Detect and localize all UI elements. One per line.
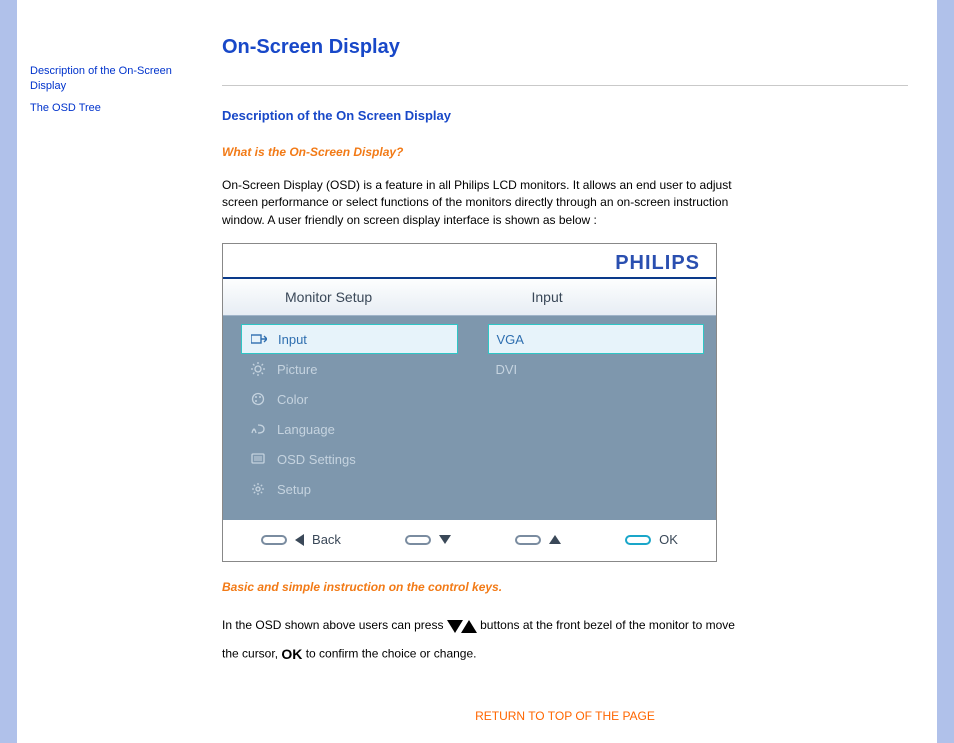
osd-submenu-item-vga[interactable]: VGA: [488, 324, 705, 354]
question-heading: What is the On-Screen Display?: [222, 145, 908, 159]
triangle-down-icon: [439, 535, 451, 544]
osd-nav-back-label: Back: [312, 532, 341, 547]
triangle-up-icon: [461, 620, 477, 633]
sidebar: Description of the On-Screen Display The…: [22, 0, 198, 743]
osd-nav-ok[interactable]: OK: [625, 532, 678, 547]
text-fragment: In the OSD shown above users can press: [222, 618, 447, 632]
osd-submenu-item-dvi[interactable]: DVI: [488, 354, 705, 384]
osd-menu-item-picture[interactable]: Picture: [241, 354, 458, 384]
main-content: On-Screen Display Description of the On …: [198, 0, 932, 743]
osd-submenu-label: DVI: [496, 362, 518, 377]
pill-icon: [515, 535, 541, 545]
input-icon: [250, 333, 268, 345]
brand-logo: PHILIPS: [615, 252, 700, 274]
osd-settings-icon: [249, 453, 267, 465]
instruction-paragraph: In the OSD shown above users can press b…: [222, 612, 742, 669]
osd-submenu-col: VGA DVI: [470, 316, 717, 520]
pill-icon: [261, 535, 287, 545]
pill-icon: [405, 535, 431, 545]
decorative-border-left: [0, 0, 17, 743]
triangle-left-icon: [295, 534, 304, 546]
section-heading: Description of the On Screen Display: [222, 108, 908, 123]
page-title: On-Screen Display: [222, 36, 908, 59]
osd-menu-item-language[interactable]: Language: [241, 414, 458, 444]
language-icon: [249, 423, 267, 435]
decorative-border-right: [937, 0, 954, 743]
osd-nav-down[interactable]: [405, 535, 451, 545]
osd-tab-right: Input: [470, 279, 717, 315]
sidebar-link-osd-tree[interactable]: The OSD Tree: [30, 102, 101, 114]
osd-header: PHILIPS: [223, 244, 716, 279]
return-to-top-link[interactable]: RETURN TO TOP OF THE PAGE: [475, 709, 655, 723]
color-icon: [249, 392, 267, 406]
intro-paragraph: On-Screen Display (OSD) is a feature in …: [222, 177, 742, 229]
osd-body: Input Picture Color: [223, 316, 716, 520]
picture-icon: [249, 362, 267, 376]
osd-menu-item-color[interactable]: Color: [241, 384, 458, 414]
osd-nav-back[interactable]: Back: [261, 532, 341, 547]
ok-glyph: OK: [281, 646, 302, 662]
osd-menu-label: Input: [278, 332, 307, 347]
triangle-up-icon: [549, 535, 561, 544]
text-fragment: to confirm the choice or change.: [302, 646, 476, 660]
osd-submenu-label: VGA: [497, 332, 524, 347]
osd-menu-item-input[interactable]: Input: [241, 324, 458, 354]
osd-tabs: Monitor Setup Input: [223, 279, 716, 316]
osd-panel: PHILIPS Monitor Setup Input Input: [222, 243, 717, 562]
divider: [222, 85, 908, 86]
osd-menu-label: Language: [277, 422, 335, 437]
osd-nav-ok-label: OK: [659, 532, 678, 547]
osd-nav-bar: Back OK: [223, 520, 716, 561]
pill-icon: [625, 535, 651, 545]
osd-menu-item-osd-settings[interactable]: OSD Settings: [241, 444, 458, 474]
osd-menu-col: Input Picture Color: [223, 316, 470, 520]
instruction-heading: Basic and simple instruction on the cont…: [222, 580, 908, 594]
setup-icon: [249, 482, 267, 496]
osd-nav-up[interactable]: [515, 535, 561, 545]
osd-tab-left: Monitor Setup: [223, 279, 470, 315]
osd-menu-label: Picture: [277, 362, 317, 377]
sidebar-link-description[interactable]: Description of the On-Screen Display: [30, 65, 172, 92]
osd-menu-item-setup[interactable]: Setup: [241, 474, 458, 504]
osd-menu-label: Color: [277, 392, 308, 407]
osd-menu-label: Setup: [277, 482, 311, 497]
osd-menu-label: OSD Settings: [277, 452, 356, 467]
